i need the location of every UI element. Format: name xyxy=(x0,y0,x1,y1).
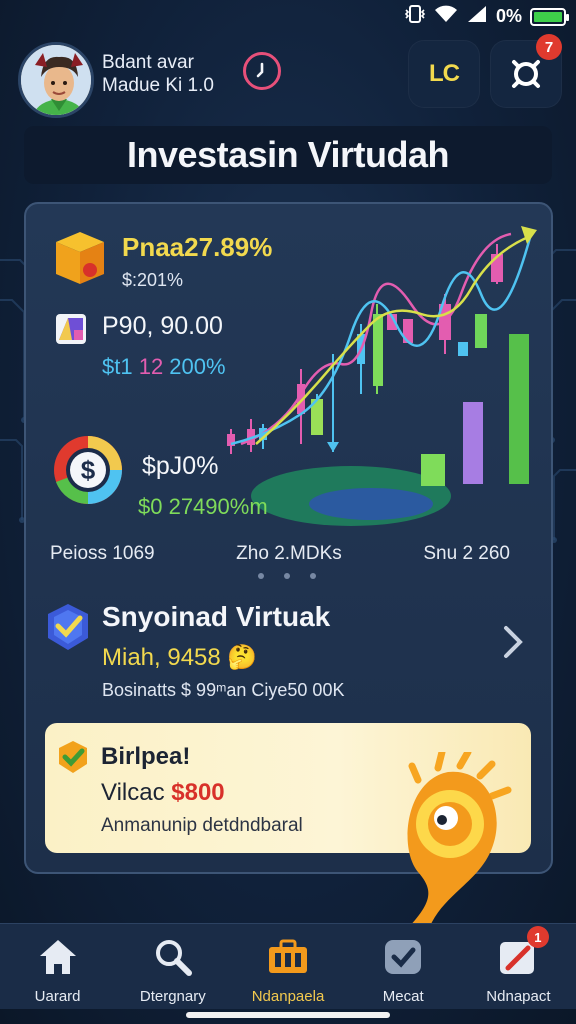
stat-2: Zho 2.MDKs xyxy=(236,543,342,564)
item2-sub-suffix: 200% xyxy=(163,354,226,379)
nav-item-home[interactable]: Uarard xyxy=(0,924,115,1009)
briefcase-icon xyxy=(267,936,309,978)
dollar-coin-icon: $ xyxy=(54,436,122,505)
chevron-right-icon[interactable] xyxy=(500,624,526,660)
mascot-graphic xyxy=(407,752,512,942)
promo-title: Birlpea! xyxy=(101,743,191,770)
home-icon xyxy=(37,936,79,978)
notes-badge: 1 xyxy=(526,926,549,948)
shield-check-icon xyxy=(48,604,88,650)
gear-icon xyxy=(512,60,540,88)
check-badge-icon xyxy=(382,936,424,978)
item2-sub-prefix: $t1 xyxy=(102,354,139,379)
status-bar: 0% xyxy=(0,0,576,32)
gold-box-icon xyxy=(56,232,104,284)
section-title[interactable]: Snyoinad Virtuak xyxy=(102,601,330,633)
item1-headline: Pnaa27.89% xyxy=(122,232,273,262)
home-indicator[interactable] xyxy=(186,1012,390,1018)
nav-label-notes: Ndnapact xyxy=(486,988,551,1005)
pager-dots[interactable] xyxy=(258,573,316,579)
wallet-icon xyxy=(56,314,86,344)
item3-value: $pJ0% xyxy=(142,452,219,480)
signal-icon xyxy=(466,5,488,28)
bottom-nav: Uarard Dtergnary Ndanpaela Mecat 1 Ndnap… xyxy=(0,923,576,1009)
stats-row: Peioss 1069 Zho 2.MDKs Snu 2 260 xyxy=(50,543,510,565)
user-subtitle: Madue Ki 1.0 xyxy=(102,75,214,96)
promo-detail: Anmanunip detdndbaral xyxy=(101,815,303,836)
search-icon xyxy=(152,936,194,978)
stat-3: Snu 2 260 xyxy=(423,543,510,564)
nav-item-verified[interactable]: Mecat xyxy=(346,924,461,1009)
wifi-icon xyxy=(434,5,458,28)
nav-label-portfolio: Ndanpaela xyxy=(251,988,325,1005)
nav-label-verified: Mecat xyxy=(382,988,424,1005)
nav-item-notes[interactable]: 1 Ndnapact xyxy=(461,924,576,1009)
item2-sub-highlight: 12 xyxy=(138,354,164,379)
page-title: Investasin Virtudah xyxy=(127,134,449,175)
item2-value: P90, 90.00 xyxy=(102,312,223,340)
nav-label-search: Dtergnary xyxy=(139,988,206,1005)
item3-sub: $0 27490%m xyxy=(138,494,268,519)
battery-percent: 0% xyxy=(495,6,522,26)
lc-button[interactable]: LC xyxy=(408,40,480,108)
svg-text:$: $ xyxy=(81,455,96,485)
promo-line: Vilcac $800 xyxy=(101,779,225,807)
vibrate-icon xyxy=(404,5,426,28)
user-name: Bdant avar xyxy=(102,52,194,73)
nav-item-search[interactable]: Dtergnary xyxy=(115,924,230,1009)
nav-label-home: Uarard xyxy=(34,988,81,1005)
stat-1: Peioss 1069 xyxy=(50,543,155,564)
clock-button[interactable] xyxy=(243,52,281,90)
item1-sub: $:201% xyxy=(122,270,184,290)
promo-line-prefix: Vilcac xyxy=(101,779,172,806)
section-detail: Bosinatts $ 99ᵐan Ciye50 00K xyxy=(102,680,345,700)
item2-sub: $t1 12 200% xyxy=(102,354,226,380)
section-subtitle: Miah, 9458 🤔 xyxy=(102,644,258,671)
battery-icon xyxy=(530,7,569,26)
promo-check-icon xyxy=(59,741,87,773)
promo-amount: $800 xyxy=(171,779,225,806)
settings-button[interactable]: 7 xyxy=(490,34,562,108)
notification-badge: 7 xyxy=(536,34,562,60)
status-icons: 0% xyxy=(404,5,569,28)
lc-label: LC xyxy=(429,60,460,87)
avatar[interactable] xyxy=(18,42,94,118)
clock-icon xyxy=(256,62,264,78)
title-bar: Investasin Virtudah xyxy=(24,126,552,184)
nav-item-portfolio[interactable]: Ndanpaela xyxy=(230,924,345,1009)
avatar-image xyxy=(21,45,91,115)
